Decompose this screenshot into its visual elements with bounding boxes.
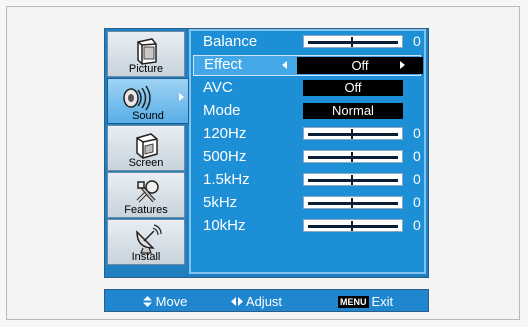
eq-1-5khz-slider[interactable] — [303, 173, 403, 186]
sidebar-item-label: Picture — [128, 63, 164, 75]
avc-row[interactable]: AVC Off — [193, 78, 421, 99]
sidebar-item-features[interactable]: Features — [107, 172, 185, 218]
row-label: AVC — [203, 79, 233, 96]
row-value: 0 — [413, 217, 421, 233]
sidebar-item-picture[interactable]: Picture — [107, 31, 185, 77]
slider-thumb[interactable] — [351, 198, 353, 208]
chevron-right-icon — [179, 93, 184, 101]
eq-120hz-row[interactable]: 120Hz 0 — [193, 124, 421, 145]
row-label: 1.5kHz — [203, 171, 250, 188]
move-hint: Move — [143, 294, 187, 309]
effect-row[interactable]: Effect Off — [193, 55, 423, 76]
exit-hint: MENU Exit — [338, 294, 393, 309]
balance-slider[interactable] — [303, 35, 403, 48]
slider-thumb[interactable] — [351, 221, 353, 231]
eq-10khz-slider[interactable] — [303, 219, 403, 232]
slider-track — [308, 156, 398, 159]
avc-value-box[interactable]: Off — [303, 80, 403, 96]
sidebar-item-screen[interactable]: Screen — [107, 125, 185, 171]
row-value: 0 — [413, 194, 421, 210]
slider-track — [308, 202, 398, 205]
arrow-left-icon[interactable] — [282, 61, 287, 69]
slider-thumb[interactable] — [351, 175, 353, 185]
balance-row[interactable]: Balance 0 — [193, 32, 421, 53]
row-label: 10kHz — [203, 217, 246, 234]
picture-icon — [132, 36, 162, 66]
slider-thumb[interactable] — [351, 152, 353, 162]
row-label: Mode — [203, 102, 241, 119]
row-label: 120Hz — [203, 125, 247, 142]
row-label: 5kHz — [203, 194, 238, 211]
up-down-arrows-icon — [143, 296, 152, 307]
row-value: 0 — [413, 171, 421, 187]
satellite-dish-icon — [132, 224, 162, 254]
slider-thumb[interactable] — [351, 37, 353, 47]
osd-menu: Picture Sound Screen Features Install Ba… — [104, 28, 429, 278]
row-label: Balance — [203, 33, 258, 50]
eq-5khz-row[interactable]: 5kHz 0 — [193, 193, 421, 214]
adjust-hint-label: Adjust — [245, 294, 283, 309]
sidebar-item-label: Screen — [128, 157, 164, 169]
move-hint-label: Move — [155, 294, 188, 309]
mode-value-box[interactable]: Normal — [303, 103, 403, 119]
eq-10khz-row[interactable]: 10kHz 0 — [193, 216, 421, 237]
left-right-arrows-icon — [231, 297, 243, 306]
eq-500hz-row[interactable]: 500Hz 0 — [193, 147, 421, 168]
exit-hint-label: Exit — [371, 294, 394, 309]
tools-icon — [132, 177, 162, 207]
slider-track — [308, 179, 398, 182]
row-value: 0 — [413, 148, 421, 164]
arrow-right-icon[interactable] — [400, 61, 405, 69]
row-label: Effect — [204, 56, 243, 73]
eq-1-5khz-row[interactable]: 1.5kHz 0 — [193, 170, 421, 191]
sidebar-item-label: Install — [131, 251, 161, 263]
sidebar-item-install[interactable]: Install — [107, 219, 185, 265]
eq-5khz-slider[interactable] — [303, 196, 403, 209]
menu-key-icon: MENU — [338, 296, 369, 308]
sidebar-item-sound[interactable]: Sound — [107, 78, 189, 124]
row-value: 0 — [413, 125, 421, 141]
slider-track — [308, 133, 398, 136]
slider-track — [308, 225, 398, 228]
row-value: 0 — [413, 33, 421, 49]
eq-500hz-slider[interactable] — [303, 150, 403, 163]
sound-settings-panel: Balance 0 Effect Off AVC Off Mode Normal… — [189, 29, 426, 274]
row-label: 500Hz — [203, 148, 247, 165]
slider-thumb[interactable] — [351, 129, 353, 139]
slider-track — [308, 41, 398, 44]
adjust-hint: Adjust — [231, 294, 282, 309]
sidebar-item-label: Features — [124, 204, 168, 216]
screen-icon — [132, 130, 162, 160]
mode-row[interactable]: Mode Normal — [193, 101, 421, 122]
speaker-icon — [122, 83, 152, 113]
eq-120hz-slider[interactable] — [303, 127, 403, 140]
category-sidebar: Picture Sound Screen Features Install — [105, 29, 189, 277]
sidebar-item-label: Sound — [132, 110, 164, 122]
navigation-hints-bar: Move Adjust MENU Exit — [104, 289, 429, 312]
